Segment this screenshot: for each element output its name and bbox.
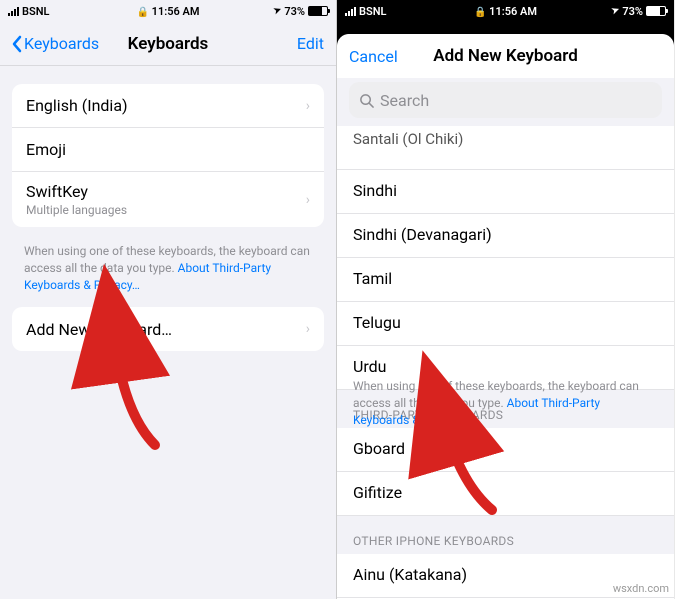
status-bar: BSNL 🔒 11:56 AM ➤ 73% xyxy=(337,0,674,22)
add-new-keyboard-button[interactable]: Add New Keyboard… › xyxy=(12,307,324,351)
status-right: ➤ 73% xyxy=(221,5,328,18)
list-item[interactable]: Sindhi (Devanagari) xyxy=(337,214,674,258)
chevron-left-icon xyxy=(12,35,22,53)
row-label: Emoji xyxy=(26,140,66,159)
nav-bar: Keyboards Keyboards Edit xyxy=(0,22,336,66)
modal-sheet: Cancel Add New Keyboard Search Santali (… xyxy=(337,34,674,599)
search-input[interactable]: Search xyxy=(349,82,662,118)
list-item[interactable]: Sindhi xyxy=(337,170,674,214)
other-header: OTHER IPHONE KEYBOARDS xyxy=(337,516,674,554)
list-item[interactable]: Telugu xyxy=(337,302,674,346)
status-bar: BSNL 🔒 11:56 AM ➤ 73% xyxy=(0,0,336,22)
status-left: BSNL xyxy=(345,5,452,18)
search-placeholder: Search xyxy=(380,91,429,110)
phone-add-keyboard: BSNL 🔒 11:56 AM ➤ 73% Cancel Add New Key… xyxy=(337,0,674,599)
privacy-overlay-note: When using one of these keyboards, the k… xyxy=(337,378,674,428)
status-center: 🔒 11:56 AM xyxy=(115,5,222,18)
list-item-gboard[interactable]: Gboard xyxy=(337,428,674,472)
battery-pct: 73% xyxy=(284,5,305,18)
chevron-right-icon: › xyxy=(306,98,310,114)
time-label: 11:56 AM xyxy=(489,5,537,18)
signal-icon xyxy=(345,7,356,16)
keyboard-row-emoji[interactable]: Emoji xyxy=(12,128,324,172)
row-sublabel: Multiple languages xyxy=(26,203,127,217)
lock-icon: 🔒 xyxy=(136,7,148,18)
phone-keyboards-settings: BSNL 🔒 11:56 AM ➤ 73% Keyboards Keyboard… xyxy=(0,0,337,599)
carrier-label: BSNL xyxy=(359,5,386,18)
battery-pct: 73% xyxy=(622,5,643,18)
cancel-button[interactable]: Cancel xyxy=(349,47,398,66)
list-suggested: Sindhi Sindhi (Devanagari) Tamil Telugu … xyxy=(337,170,674,390)
keyboard-list-scroll[interactable]: Santali (Ol Chiki) Sindhi Sindhi (Devana… xyxy=(337,126,674,599)
modal-nav: Cancel Add New Keyboard xyxy=(337,34,674,78)
status-right: ➤ 73% xyxy=(559,5,666,18)
list-item[interactable]: Santali (Ol Chiki) xyxy=(337,126,674,170)
signal-icon xyxy=(8,7,19,16)
chevron-right-icon: › xyxy=(306,192,310,208)
list-partial-top: Santali (Ol Chiki) xyxy=(337,126,674,170)
row-label: SwiftKey xyxy=(26,182,88,201)
keyboard-row-english[interactable]: English (India) › xyxy=(12,84,324,128)
watermark: wsxdn.com xyxy=(613,582,669,595)
time-label: 11:56 AM xyxy=(152,5,200,18)
carrier-label: BSNL xyxy=(22,5,49,18)
back-label: Keyboards xyxy=(24,34,99,53)
content: English (India) › Emoji SwiftKey Multipl… xyxy=(0,66,336,599)
status-left: BSNL xyxy=(8,5,115,18)
row-label: Add New Keyboard… xyxy=(26,320,172,339)
edit-button[interactable]: Edit xyxy=(297,34,324,53)
lock-icon: 🔒 xyxy=(474,7,486,18)
chevron-right-icon: › xyxy=(306,321,310,337)
list-third-party: Gboard Gifitize xyxy=(337,428,674,516)
keyboards-group: English (India) › Emoji SwiftKey Multipl… xyxy=(12,84,324,227)
status-center: 🔒 11:56 AM xyxy=(452,5,559,18)
back-button[interactable]: Keyboards xyxy=(12,34,99,53)
row-label: English (India) xyxy=(26,96,128,115)
add-keyboard-group: Add New Keyboard… › xyxy=(12,307,324,351)
search-icon xyxy=(359,93,374,108)
battery-icon xyxy=(646,6,666,16)
list-item-gifitize[interactable]: Gifitize xyxy=(337,472,674,516)
location-icon: ➤ xyxy=(610,5,621,17)
battery-icon xyxy=(308,6,328,16)
list-item[interactable]: Tamil xyxy=(337,258,674,302)
privacy-footer: When using one of these keyboards, the k… xyxy=(0,235,336,297)
location-icon: ➤ xyxy=(272,5,283,17)
keyboard-row-swiftkey[interactable]: SwiftKey Multiple languages › xyxy=(12,172,324,227)
